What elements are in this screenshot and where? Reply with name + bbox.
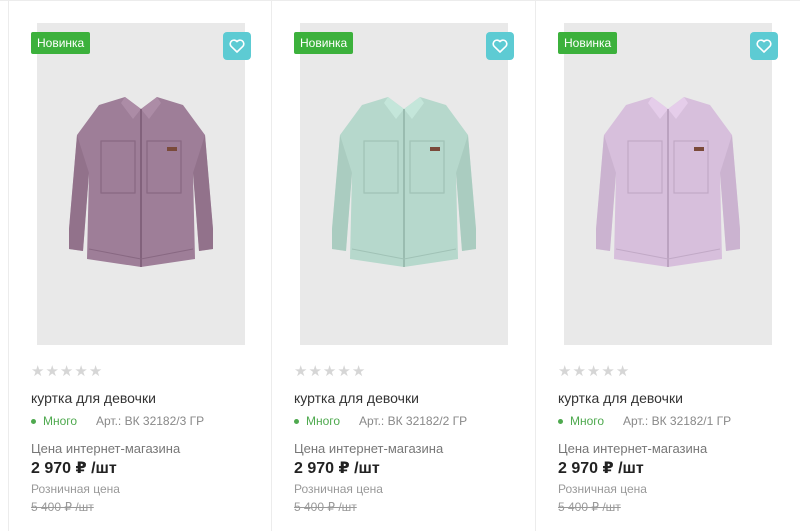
star-icon[interactable]: ★ [74,363,87,381]
online-price: 2 970 ₽ /шт [558,460,644,477]
rating-stars[interactable]: ★ ★ ★ ★ ★ [558,363,629,381]
star-icon[interactable]: ★ [337,363,350,381]
retail-price: 5 400 ₽ /шт [558,500,621,514]
star-icon[interactable]: ★ [31,363,44,381]
retail-price-label: Розничная цена [294,482,383,496]
online-price-label: Цена интернет-магазина [31,441,181,456]
online-price: 2 970 ₽ /шт [294,460,380,477]
retail-price: 5 400 ₽ /шт [31,500,94,514]
stock-label: Много [570,414,605,428]
retail-price: 5 400 ₽ /шт [294,500,357,514]
product-title[interactable]: куртка для девочки [558,390,683,406]
article-number: Арт.: ВК 32182/2 ГР [359,414,468,428]
stock-status: Много [31,414,77,428]
star-icon[interactable]: ★ [572,363,585,381]
star-icon[interactable]: ★ [294,363,307,381]
product-card[interactable]: Новинка ★ ★ ★ ★ ★ куртка для девочки Мно… [536,1,800,531]
retail-price-label: Розничная цена [31,482,120,496]
jacket-image [332,97,476,267]
star-icon[interactable]: ★ [323,363,336,381]
stock-dot-icon [558,418,563,424]
favorite-button[interactable] [223,32,251,60]
product-photo[interactable] [37,23,245,345]
favorite-button[interactable] [750,32,778,60]
star-icon[interactable]: ★ [45,363,58,381]
new-badge: Новинка [294,32,354,54]
stock-label: Много [43,414,78,428]
online-price-label: Цена интернет-магазина [558,441,708,456]
star-icon[interactable]: ★ [308,363,321,381]
rating-stars[interactable]: ★ ★ ★ ★ ★ [294,363,365,381]
article-number: Арт.: ВК 32182/1 ГР [623,414,732,428]
rating-stars[interactable]: ★ ★ ★ ★ ★ [31,363,102,381]
favorite-button[interactable] [486,32,514,60]
article-number: Арт.: ВК 32182/3 ГР [96,414,205,428]
stock-status: Много [294,414,340,428]
star-icon[interactable]: ★ [60,363,73,381]
jacket-image [596,97,740,267]
stock-status: Много [558,414,604,428]
online-price: 2 970 ₽ /шт [31,460,117,477]
product-grid: Новинка ★ ★ ★ ★ ★ куртка для девочки Мно… [0,0,800,531]
stock-label: Много [306,414,341,428]
product-card[interactable]: Новинка ★ ★ ★ ★ ★ куртка для девочки Мно… [272,1,536,531]
new-badge: Новинка [558,32,618,54]
heart-icon [229,39,245,53]
star-icon[interactable]: ★ [616,363,629,381]
product-photo[interactable] [300,23,508,345]
star-icon[interactable]: ★ [601,363,614,381]
online-price-label: Цена интернет-магазина [294,441,444,456]
retail-price-label: Розничная цена [558,482,647,496]
heart-icon [756,39,772,53]
star-icon[interactable]: ★ [89,363,102,381]
star-icon[interactable]: ★ [587,363,600,381]
star-icon[interactable]: ★ [352,363,365,381]
stock-dot-icon [294,418,299,424]
heart-icon [492,39,508,53]
new-badge: Новинка [31,32,91,54]
star-icon[interactable]: ★ [558,363,571,381]
product-title[interactable]: куртка для девочки [31,390,156,406]
jacket-image [69,97,213,267]
product-title[interactable]: куртка для девочки [294,390,419,406]
stock-dot-icon [31,418,36,424]
product-photo[interactable] [564,23,772,345]
product-card[interactable]: Новинка ★ ★ ★ ★ ★ куртка для девочки Мно… [8,1,272,531]
